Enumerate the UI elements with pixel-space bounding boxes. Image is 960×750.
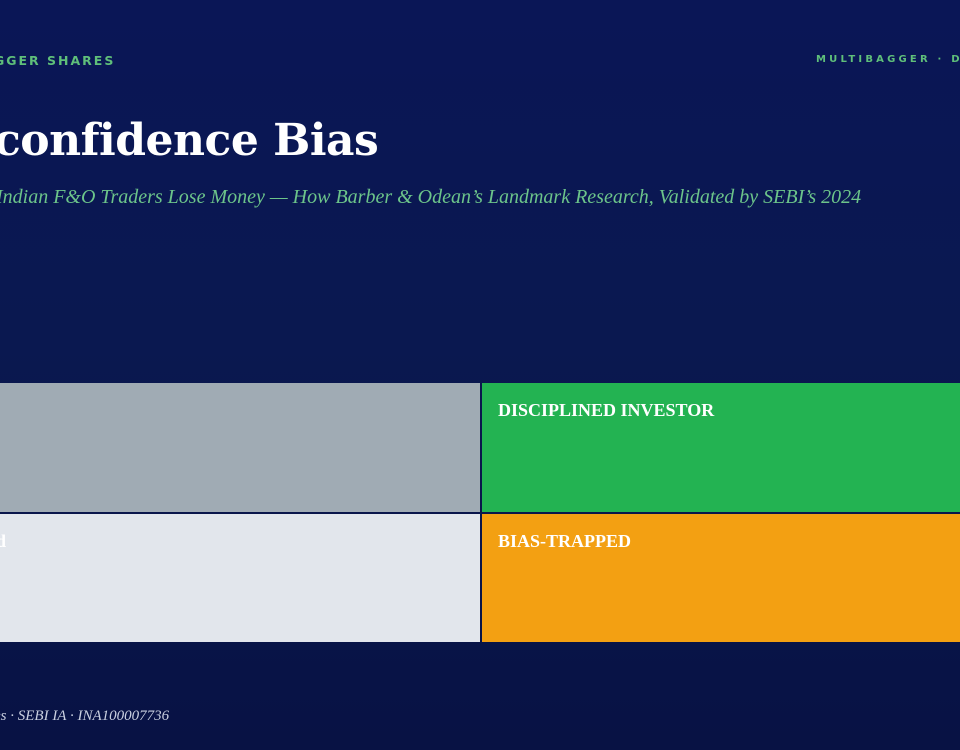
quadrant-disciplined-investor-label: DISCIPLINED INVESTOR [498,400,715,420]
quadrant-bottom-left: d [0,514,480,642]
quadrant-bottom-left-label: d [0,531,7,551]
quadrant-bias-trapped-label: BIAS-TRAPPED [498,531,632,551]
slide-subtitle: Indian F&O Traders Lose Money — How Barb… [0,186,862,208]
quadrant-top-left [0,383,480,512]
footer-credit: es · SEBI IA · INA100007736 [0,708,170,724]
quadrant-disciplined-investor: DISCIPLINED INVESTOR [482,383,960,512]
brand-label-right: MULTIBAGGER · D [816,54,960,65]
quadrant-bias-trapped: BIAS-TRAPPED [482,514,960,642]
brand-label-left: GGER SHARES [0,53,116,68]
quadrant-matrix: DISCIPLINED INVESTOR d BIAS-TRAPPED [0,383,960,642]
slide-title: confidence Bias [0,115,379,166]
